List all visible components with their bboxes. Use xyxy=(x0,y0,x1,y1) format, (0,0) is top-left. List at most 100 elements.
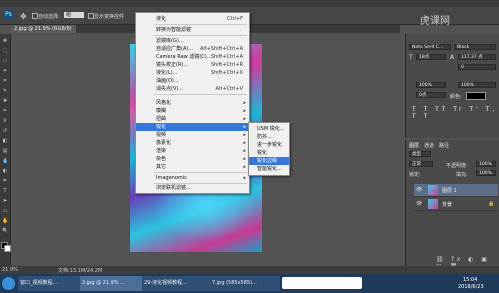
status-bar: 21.9% 文档:13.1M/24.2M xyxy=(0,266,499,274)
menu-item-stylize[interactable]: 风格化 ▸ xyxy=(136,99,249,107)
menu-item-pixelate[interactable]: 像素化 ▸ xyxy=(136,139,249,147)
menu-item-smart-sharpen[interactable]: 智能锐化... xyxy=(249,165,289,173)
history-brush-tool-icon[interactable]: ↺ xyxy=(2,128,8,134)
opacity-label: 不透明度: xyxy=(446,163,468,169)
lasso-tool-icon[interactable]: ◌ xyxy=(2,58,8,64)
eye-icon[interactable]: 👁 xyxy=(416,187,422,193)
gradient-tool-icon[interactable]: ▤ xyxy=(2,148,8,154)
move-tool-icon[interactable]: ✥ xyxy=(2,38,8,44)
tab-channels[interactable]: 通道 xyxy=(424,142,434,149)
magic-wand-tool-icon[interactable]: ✦ xyxy=(2,68,8,74)
layer-name: 背景 xyxy=(442,202,453,208)
leading-field[interactable]: 117.37 点 xyxy=(458,54,496,60)
menu-item-convert-smart-filter[interactable]: 转换为智能滤镜 xyxy=(136,26,249,34)
layer-row[interactable]: 👁 图层 1 xyxy=(414,184,498,197)
layer-kind-filter[interactable]: 类型 xyxy=(409,151,431,157)
layer-thumbnail xyxy=(428,185,438,195)
move-tool-icon[interactable]: ✥ xyxy=(20,12,27,21)
menu-item-unsharp-mask[interactable]: USM 锐化... xyxy=(249,125,289,133)
menu-item-vanishing-point[interactable]: 消失点(V)... Alt+Ctrl+V xyxy=(136,85,249,93)
layer-thumbnail xyxy=(428,199,438,209)
layer-select-dropdown[interactable]: 组 xyxy=(64,12,84,18)
menu-item-oil-paint[interactable]: 油画(O)... xyxy=(136,77,249,85)
blend-mode-select[interactable]: 正常 xyxy=(409,161,433,167)
eyedropper-tool-icon[interactable]: ✎ xyxy=(2,88,8,94)
lock-label: 锁定: xyxy=(409,172,421,178)
character-panel: Noto Serif C... Black T 18点 A 117.37 点 0… xyxy=(405,34,499,138)
menu-item-adaptive-wide-angle[interactable]: 自适应广角(A)... Alt+Shift+Ctrl+A xyxy=(136,45,249,53)
zoom-tool-icon[interactable]: 🔍 xyxy=(2,228,8,234)
shape-tool-icon[interactable]: ▭ xyxy=(2,208,8,214)
transform-label: 显示变换控件 xyxy=(94,14,125,20)
menu-bar xyxy=(0,0,499,7)
marquee-tool-icon[interactable]: ⬚ xyxy=(2,48,8,54)
crop-tool-icon[interactable]: ⌗ xyxy=(2,78,8,84)
menu-item-video[interactable]: 视频 ▸ xyxy=(136,131,249,139)
menu-item-lens-correction[interactable]: 镜头校正(R)... Shift+Ctrl+R xyxy=(136,61,249,69)
menu-item-last-filter[interactable]: 液化 Ctrl+F xyxy=(136,15,249,23)
tools-panel: ✥ ⬚ ◌ ✦ ⌗ ✎ ✚ ✏ ⚲ ↺ ◧ ▤ 💧 ◐ ✒ T ➤ ▭ ✋ 🔍 xyxy=(0,34,11,266)
menu-item-noise[interactable]: 杂色 ▸ xyxy=(136,155,249,163)
menu-item-sharpen-edges[interactable]: 锐化边缘 xyxy=(249,157,289,165)
taskbar-item[interactable]: 窗口_视频教程... xyxy=(18,276,82,291)
font-family-field[interactable]: Noto Serif C... xyxy=(409,44,451,50)
clock-time: 15:04 xyxy=(463,277,478,283)
tracking-field[interactable]: 0 xyxy=(458,64,496,70)
menu-item-camera-raw[interactable]: Camera Raw 滤镜(C)... Shift+Ctrl+A xyxy=(136,53,249,61)
background-color-swatch[interactable] xyxy=(4,245,11,252)
baseline-shift-field[interactable]: 0点 xyxy=(416,92,446,98)
vertical-scale-field[interactable]: 100% xyxy=(416,82,446,88)
menu-item-liquify[interactable]: 液化(L)... Shift+Ctrl+X xyxy=(136,69,249,77)
watermark: 虎课网 xyxy=(420,16,450,27)
font-size-field[interactable]: 18点 xyxy=(416,54,446,60)
tab-paths[interactable]: 路径 xyxy=(439,142,449,149)
clock-date: 2018/6/23 xyxy=(458,284,484,290)
auto-select-label: 自动选择: xyxy=(38,14,60,20)
eraser-tool-icon[interactable]: ◧ xyxy=(2,138,8,144)
menu-item-distort[interactable]: 扭曲 ▸ xyxy=(136,115,249,123)
brush-tool-icon[interactable]: ✏ xyxy=(2,108,8,114)
type-tool-icon[interactable]: T xyxy=(2,188,8,194)
text-color-swatch[interactable] xyxy=(466,92,486,100)
layer-row[interactable]: 👁 背景 🔒 xyxy=(414,198,498,211)
tab-layers[interactable]: 图层 xyxy=(409,142,419,149)
taskbar: 窗口_视频教程... 2.jpg @ 21.9% ... 29-液化视频教程..… xyxy=(0,274,499,293)
leading-icon: A xyxy=(450,54,455,61)
menu-item-other[interactable]: 其它 ▸ xyxy=(136,163,249,171)
dodge-tool-icon[interactable]: ◐ xyxy=(2,168,8,174)
zoom-level[interactable]: 21.9% xyxy=(2,267,18,273)
input-method-toolbar[interactable] xyxy=(282,277,362,289)
filter-menu: 液化 Ctrl+F 转换为智能滤镜 滤镜库(G)... 自适应广角(A)... Al… xyxy=(135,12,250,194)
horizontal-scale-field[interactable]: 100% xyxy=(458,82,496,88)
menu-item-sharpen[interactable]: 锐化 ▸ xyxy=(136,123,249,131)
fill-field[interactable]: 100% xyxy=(476,170,496,176)
eye-icon[interactable]: 👁 xyxy=(416,201,422,207)
hand-tool-icon[interactable]: ✋ xyxy=(2,218,8,224)
menu-item-render[interactable]: 渲染 ▸ xyxy=(136,147,249,155)
opacity-field[interactable]: 100% xyxy=(476,161,496,167)
fill-label: 填充: xyxy=(456,172,468,178)
windows-start-icon[interactable] xyxy=(2,277,15,290)
menu-item-sharpen-more[interactable]: 进一步锐化 xyxy=(249,141,289,149)
clone-stamp-tool-icon[interactable]: ⚲ xyxy=(2,118,8,124)
menu-item-browse-online-filters[interactable]: 浏览联机滤镜... xyxy=(136,184,249,192)
text-style-buttons[interactable]: T T TT Tr T' T, T T xyxy=(412,106,499,120)
menu-item-shake-reduction[interactable]: 防抖... xyxy=(249,133,289,141)
menu-item-sharpen[interactable]: 锐化 xyxy=(249,149,289,157)
menu-item-filter-gallery[interactable]: 滤镜库(G)... xyxy=(136,37,249,45)
taskbar-item[interactable]: 2.jpg @ 21.9% ... xyxy=(80,276,144,291)
sharpen-submenu: USM 锐化... 防抖... 进一步锐化 锐化 锐化边缘 智能锐化... xyxy=(248,122,290,176)
taskbar-item[interactable]: 29-液化视频教程... xyxy=(142,276,212,291)
document-info: 文档:13.1M/24.2M xyxy=(58,268,103,274)
font-style-field[interactable]: Black xyxy=(454,44,496,50)
blur-tool-icon[interactable]: 💧 xyxy=(2,158,8,164)
lock-icon: 🔒 xyxy=(488,201,495,207)
path-selection-tool-icon[interactable]: ➤ xyxy=(2,198,8,204)
menu-item-imagenomic[interactable]: Imagenomic ▸ xyxy=(136,174,249,182)
document-tab[interactable]: 2.jpg @ 21.9% (RGB/8) xyxy=(10,25,76,33)
healing-brush-tool-icon[interactable]: ✚ xyxy=(2,98,8,104)
color-label: 颜色: xyxy=(450,94,462,100)
taskbar-item[interactable]: 7.jpg (585x585)... xyxy=(210,276,280,291)
pen-tool-icon[interactable]: ✒ xyxy=(2,178,8,184)
menu-item-blur[interactable]: 模糊 ▸ xyxy=(136,107,249,115)
